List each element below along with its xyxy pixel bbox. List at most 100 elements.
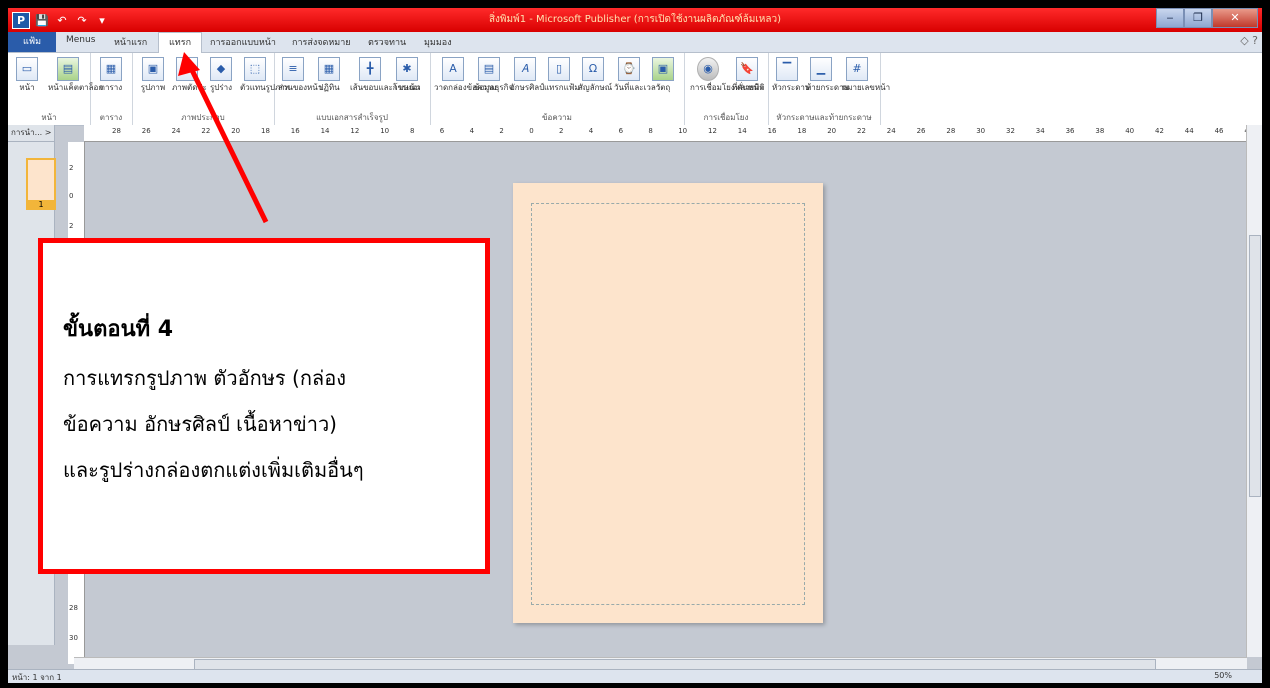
- ruler-tick-label: 18: [797, 127, 807, 135]
- footer-button[interactable]: ▁ ท้ายกระดาษ: [806, 57, 849, 92]
- object-button[interactable]: ▣ วัตถุ: [648, 57, 678, 92]
- group-label: ข้อความ: [542, 113, 572, 122]
- symbol-button[interactable]: Ω สัญลักษณ์: [578, 57, 612, 92]
- ruler-tick-label: 10: [678, 127, 688, 135]
- picture-placeholder-button[interactable]: ⬚ ตัวแทนรูปภาพ: [240, 57, 290, 92]
- vertical-scrollbar[interactable]: [1246, 125, 1262, 657]
- ruler-tick-label: 10: [380, 127, 390, 135]
- page-button[interactable]: ▭ หน้า: [12, 57, 42, 92]
- insert-file-button[interactable]: ▯ แทรกแฟ้ม: [544, 57, 580, 92]
- tab-home[interactable]: หน้าแรก: [114, 35, 147, 49]
- close-icon[interactable]: ✕: [1212, 8, 1258, 28]
- ruler-tick-label: 18: [261, 127, 270, 135]
- page-margin-guide: [531, 203, 805, 605]
- group-links: ◉ การเชื่อมโยงหลายมิติ 🔖 ที่คั่นหน้า การ…: [684, 53, 769, 125]
- horizontal-ruler[interactable]: 28 26 24 22 20 18 16 14 12 10 8 6 4 2 0 2 4 6 8 10 12 14 16 18 2…: [84, 125, 1247, 142]
- window-controls: ‒ ❐ ✕: [1156, 8, 1258, 28]
- ruler-tick-label: 12: [350, 127, 360, 135]
- table-button[interactable]: ▦ ตาราง: [96, 57, 126, 92]
- omega-icon: Ω: [582, 57, 604, 81]
- draw-textbox-button[interactable]: A วาดกล่องข้อความ: [434, 57, 497, 92]
- ruler-tick-label: 26: [916, 127, 926, 135]
- page-info[interactable]: หน้า: 1 จาก 1: [12, 671, 62, 683]
- borders-button[interactable]: ╋ เส้นขอบและการเน้น: [350, 57, 420, 92]
- callout-heading: ขั้นตอนที่ 4: [63, 317, 174, 342]
- tab-insert[interactable]: แทรก: [158, 32, 203, 53]
- group-label: ตาราง: [99, 113, 123, 122]
- ruler-tick-label: 28: [69, 604, 78, 612]
- ribbon-insert: ▭ หน้า ▤ หน้าแค็ตตาล็อก หน้า ▦ ตาราง ตาร…: [8, 53, 1262, 126]
- picture-button[interactable]: ▣ รูปภาพ: [138, 57, 168, 92]
- table-icon: ▦: [100, 57, 122, 81]
- ruler-tick-label: 22: [201, 127, 211, 135]
- hyperlink-button[interactable]: ◉ การเชื่อมโยงหลายมิติ: [690, 57, 765, 92]
- ruler-tick-label: 28: [112, 127, 121, 135]
- ruler-tick-label: 2: [69, 164, 74, 172]
- wordart-icon: 𝐴: [514, 57, 536, 81]
- page-thumbnail[interactable]: [26, 158, 56, 202]
- advertisement-icon: ✱: [396, 57, 418, 81]
- tab-view[interactable]: มุมมอง: [424, 35, 452, 49]
- ruler-tick-label: 2: [69, 222, 74, 230]
- ruler-tick-label: 0: [69, 192, 74, 200]
- ruler-tick-label: 8: [648, 127, 653, 135]
- tab-review[interactable]: ตรวจทาน: [368, 35, 406, 49]
- page-parts-button[interactable]: ≡ ส่วนของหน้า: [278, 57, 322, 92]
- ruler-tick-label: 20: [827, 127, 837, 135]
- ribbon-tabs: แฟ้ม Menus หน้าแรก แทรก การออกแบบหน้า กา…: [8, 32, 1262, 53]
- picture-icon: ▣: [142, 57, 164, 81]
- panel-header[interactable]: การนำ... >: [8, 125, 54, 142]
- date-time-button[interactable]: ⌚ วันที่และเวลา: [614, 57, 660, 92]
- ruler-tick-label: 46: [1214, 127, 1224, 135]
- advertisements-button[interactable]: ✱ โฆษณา: [392, 57, 422, 92]
- tab-mailings[interactable]: การส่งจดหมาย: [292, 35, 351, 49]
- calendar-button[interactable]: ▦ ปฏิทิน: [314, 57, 344, 92]
- picture-placeholder-icon: ⬚: [244, 57, 266, 81]
- publication-page[interactable]: [513, 183, 823, 623]
- calendar-icon: ▦: [318, 57, 340, 81]
- business-info-button[interactable]: ▤ ข้อมูลธุรกิจ: [474, 57, 513, 92]
- bookmark-icon: 🔖: [736, 57, 758, 81]
- tab-page-design[interactable]: การออกแบบหน้า: [210, 35, 276, 49]
- vertical-scroll-thumb[interactable]: [1249, 235, 1261, 497]
- ruler-tick-label: 30: [976, 127, 986, 135]
- ruler-tick-label: 44: [1184, 127, 1194, 135]
- instruction-callout: ขั้นตอนที่ 4 การแทรกรูปภาพ ตัวอักษร (กล่…: [38, 238, 490, 574]
- group-label: หัวกระดาษและท้ายกระดาษ: [776, 113, 872, 122]
- clipart-button[interactable]: ✿ ภาพตัดปะ: [172, 57, 207, 92]
- page-thumbnail-number: 1: [26, 200, 56, 210]
- business-info-icon: ▤: [478, 57, 500, 81]
- group-building-blocks: ≡ ส่วนของหน้า ▦ ปฏิทิน ╋ เส้นขอบและการเน…: [274, 53, 431, 125]
- window-title: สิ่งพิมพ์1 - Microsoft Publisher (การเปิ…: [488, 14, 782, 25]
- minimize-icon[interactable]: ‒: [1156, 8, 1184, 28]
- globe-link-icon: ◉: [697, 57, 719, 81]
- ruler-tick-label: 0: [529, 127, 534, 135]
- callout-line: และรูปร่างกล่องตกแต่งเพิ่มเติมอื่นๆ: [63, 458, 364, 482]
- ruler-tick-label: 14: [320, 127, 330, 135]
- ruler-tick-label: 40: [1125, 127, 1135, 135]
- page-number-button[interactable]: # หมายเลขหน้า: [842, 57, 890, 92]
- page-number-icon: #: [846, 57, 868, 81]
- ruler-tick-label: 12: [708, 127, 717, 135]
- ruler-tick-label: 6: [439, 127, 445, 135]
- zoom-level[interactable]: 50%: [1214, 671, 1232, 680]
- help-icon[interactable]: ◇ ?: [1240, 34, 1258, 47]
- ruler-tick-label: 26: [141, 127, 151, 135]
- ruler-tick-label: 14: [737, 127, 747, 135]
- tab-menus[interactable]: Menus: [66, 35, 95, 45]
- wordart-button[interactable]: 𝐴 อักษรศิลป์: [510, 57, 544, 92]
- shapes-button[interactable]: ◆ รูปร่าง: [206, 57, 236, 92]
- status-bar: หน้า: 1 จาก 1 50%: [8, 669, 1262, 683]
- header-button[interactable]: ▔ หัวกระดาษ: [772, 57, 810, 92]
- borders-icon: ╋: [359, 57, 381, 81]
- maximize-icon[interactable]: ❐: [1184, 8, 1212, 28]
- bookmark-button[interactable]: 🔖 ที่คั่นหน้า: [732, 57, 763, 92]
- catalog-page-button[interactable]: ▤ หน้าแค็ตตาล็อก: [48, 57, 103, 92]
- ruler-tick-label: 36: [1065, 127, 1075, 135]
- ruler-tick-label: 34: [1035, 127, 1045, 135]
- callout-line: ข้อความ อักษรศิลป์ เนื้อหาข่าว): [63, 412, 337, 436]
- callout-line: การแทรกรูปภาพ ตัวอักษร (กล่อง: [63, 366, 346, 390]
- calendar-clock-icon: ⌚: [618, 57, 640, 81]
- tab-file[interactable]: แฟ้ม: [8, 32, 56, 52]
- group-illustrations: ▣ รูปภาพ ✿ ภาพตัดปะ ◆ รูปร่าง ⬚ ตัวแทนรู…: [132, 53, 290, 125]
